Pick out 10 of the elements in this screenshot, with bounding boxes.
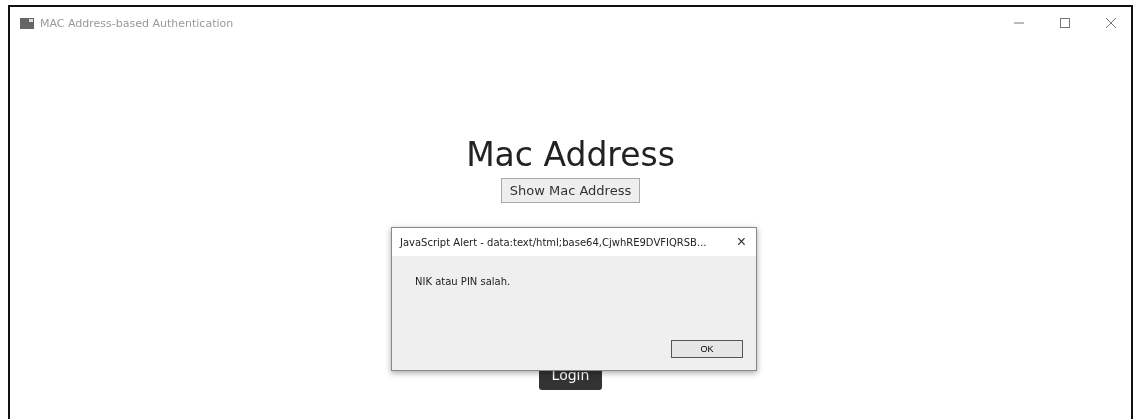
alert-title: JavaScript Alert - data:text/html;base64,CjwhRE9DVFIQRSB... — [400, 236, 707, 248]
app-icon — [20, 17, 34, 29]
ok-button[interactable]: OK — [671, 340, 743, 358]
close-button[interactable]: × — [732, 233, 750, 251]
window-title: MAC Address-based Authentication — [40, 16, 234, 30]
page-heading: Mac Address — [466, 135, 675, 174]
maximize-icon[interactable] — [1059, 17, 1071, 29]
show-mac-address-button[interactable]: Show Mac Address — [500, 178, 641, 203]
alert-message: NIK atau PIN salah. — [415, 276, 512, 287]
close-icon[interactable] — [1105, 17, 1117, 29]
